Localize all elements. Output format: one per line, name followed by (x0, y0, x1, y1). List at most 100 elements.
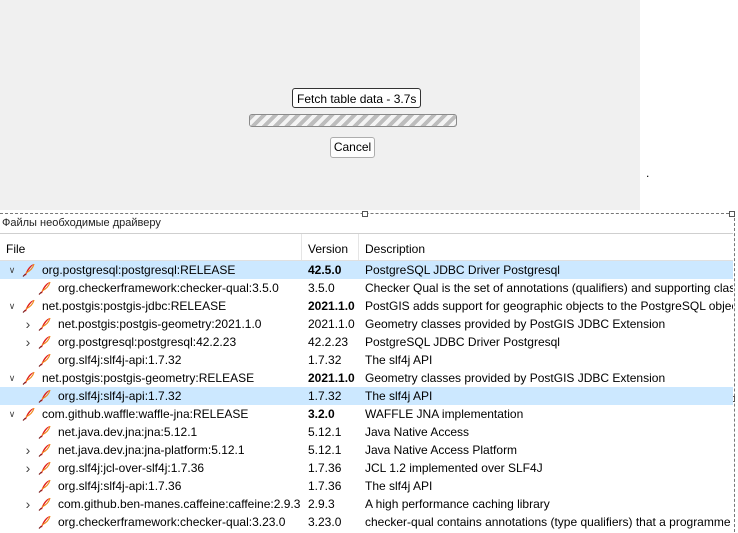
version-cell: 2021.1.0 (308, 299, 355, 313)
table-row[interactable]: › com.github.ben-manes.caffeine:caffeine:… (0, 495, 733, 513)
selection-border-right (734, 213, 735, 532)
resize-handle-top[interactable] (362, 211, 368, 217)
maven-feather-icon (38, 497, 51, 511)
chevron-right-icon[interactable]: › (22, 495, 34, 513)
maven-feather-icon (38, 281, 51, 295)
maven-feather-icon (22, 299, 35, 313)
table-row[interactable]: org.checkerframework:checker-qual:3.5.0 3… (0, 279, 733, 297)
file-cell: org.slf4j:slf4j-api:1.7.32 (0, 351, 302, 369)
version-cell: 2.9.3 (308, 497, 335, 511)
chevron-down-icon[interactable]: ∨ (6, 297, 18, 315)
table-row[interactable]: org.slf4j:slf4j-api:1.7.32 1.7.32 The slf4… (0, 351, 733, 369)
description-cell: Java Native Access (365, 425, 470, 439)
table-row[interactable]: org.slf4j:slf4j-api:1.7.36 1.7.36 The slf4… (0, 477, 733, 495)
version-cell: 1.7.32 (308, 389, 342, 403)
chevron-down-icon[interactable]: ∨ (6, 369, 18, 387)
file-name: org.slf4j:slf4j-api:1.7.36 (58, 479, 182, 493)
table-row[interactable]: › net.java.dev.jna:jna-platform:5.12.1 5.1… (0, 441, 733, 459)
description-cell: PostGIS adds support for geographic obje… (365, 299, 733, 313)
progress-status-label: Fetch table data - 3.7s (292, 88, 422, 108)
maven-feather-icon (38, 515, 51, 529)
maven-feather-icon (38, 389, 51, 403)
table-row[interactable]: › org.postgresql:postgresql:42.2.23 42.2.2… (0, 333, 733, 351)
description-cell: The slf4j API (365, 353, 433, 367)
file-name: org.slf4j:jcl-over-slf4j:1.7.36 (58, 461, 205, 475)
table-row[interactable]: ∨ net.postgis:postgis-geometry:RELEASE 202… (0, 369, 733, 387)
file-cell: org.checkerframework:checker-qual:3.5.0 (0, 279, 302, 297)
file-cell: ∨ com.github.waffle:waffle-jna:RELEASE (0, 405, 302, 423)
maven-feather-icon (38, 317, 51, 331)
progress-bar-fill (250, 115, 456, 126)
file-name: com.github.ben-manes.caffeine:caffeine:2… (58, 497, 301, 511)
table-header: File Version Description (0, 234, 733, 261)
version-cell: 1.7.32 (308, 353, 342, 367)
file-cell: › org.postgresql:postgresql:42.2.23 (0, 333, 302, 351)
version-cell: 42.5.0 (308, 263, 342, 277)
stray-dot: . (646, 166, 650, 180)
version-cell: 3.23.0 (308, 515, 342, 529)
file-cell: org.slf4j:slf4j-api:1.7.32 (0, 387, 302, 405)
version-cell: 1.7.36 (308, 479, 342, 493)
file-name: org.postgresql:postgresql:42.2.23 (58, 335, 237, 349)
file-cell: net.java.dev.jna:jna:5.12.1 (0, 423, 302, 441)
progress-panel: Fetch table data - 3.7s Cancel (0, 0, 640, 210)
chevron-right-icon[interactable]: › (22, 459, 34, 477)
table-row[interactable]: ∨ net.postgis:postgis-jdbc:RELEASE 2021.1.… (0, 297, 733, 315)
maven-feather-icon (38, 335, 51, 349)
resize-handle-top-right[interactable] (729, 211, 735, 217)
description-cell: WAFFLE JNA implementation (365, 407, 524, 421)
version-cell: 2021.1.0 (308, 317, 355, 331)
description-cell: Checker Qual is the set of annotations (… (365, 281, 733, 295)
file-name: net.postgis:postgis-geometry:RELEASE (42, 371, 255, 385)
description-cell: Geometry classes provided by PostGIS JDB… (365, 371, 666, 385)
maven-feather-icon (38, 353, 51, 367)
file-cell: ∨ org.postgresql:postgresql:RELEASE (0, 261, 302, 279)
file-cell: › org.slf4j:jcl-over-slf4j:1.7.36 (0, 459, 302, 477)
file-name: net.postgis:postgis-jdbc:RELEASE (42, 299, 227, 313)
description-cell: The slf4j API (365, 479, 433, 493)
file-cell: ∨ net.postgis:postgis-jdbc:RELEASE (0, 297, 302, 315)
file-cell: ∨ net.postgis:postgis-geometry:RELEASE (0, 369, 302, 387)
dependency-tree-table[interactable]: File Version Description ∨ org.postgresql… (0, 233, 733, 533)
file-name: net.java.dev.jna:jna-platform:5.12.1 (58, 443, 245, 457)
maven-feather-icon (38, 443, 51, 457)
file-name: org.postgresql:postgresql:RELEASE (42, 263, 236, 277)
column-header-version[interactable]: Version (302, 234, 359, 260)
description-cell: The slf4j API (365, 389, 433, 403)
version-cell: 42.2.23 (308, 335, 349, 349)
description-cell: Java Native Access Platform (365, 443, 518, 457)
maven-feather-icon (22, 263, 35, 277)
table-row[interactable]: › org.slf4j:jcl-over-slf4j:1.7.36 1.7.36 JC… (0, 459, 733, 477)
file-name: org.checkerframework:checker-qual:3.5.0 (58, 281, 279, 295)
file-cell: › net.postgis:postgis-geometry:2021.1.0 (0, 315, 302, 333)
table-row[interactable]: org.slf4j:slf4j-api:1.7.32 1.7.32 The slf4… (0, 387, 733, 405)
file-name: org.slf4j:slf4j-api:1.7.32 (58, 389, 182, 403)
chevron-down-icon[interactable]: ∨ (6, 405, 18, 423)
cancel-button[interactable]: Cancel (330, 137, 375, 158)
chevron-down-icon[interactable]: ∨ (6, 261, 18, 279)
file-cell: › com.github.ben-manes.caffeine:caffeine:… (0, 495, 302, 513)
version-cell: 3.5.0 (308, 281, 335, 295)
chevron-right-icon[interactable]: › (22, 315, 34, 333)
table-row[interactable]: ∨ org.postgresql:postgresql:RELEASE 42.5.0… (0, 261, 733, 279)
description-cell: A high performance caching library (365, 497, 550, 511)
version-cell: 2021.1.0 (308, 371, 355, 385)
chevron-right-icon[interactable]: › (22, 333, 34, 351)
file-name: net.postgis:postgis-geometry:2021.1.0 (58, 317, 262, 331)
table-row[interactable]: ∨ com.github.waffle:waffle-jna:RELEASE 3.2… (0, 405, 733, 423)
group-title: Файлы необходимые драйверу (2, 217, 161, 229)
version-cell: 5.12.1 (308, 443, 342, 457)
file-name: org.slf4j:slf4j-api:1.7.32 (58, 353, 182, 367)
file-name: net.java.dev.jna:jna:5.12.1 (58, 425, 198, 439)
progress-bar (249, 114, 457, 127)
column-header-file[interactable]: File (0, 234, 302, 260)
column-header-description[interactable]: Description (359, 234, 733, 260)
table-row[interactable]: › net.postgis:postgis-geometry:2021.1.0 20… (0, 315, 733, 333)
table-row[interactable]: org.checkerframework:checker-qual:3.23.0… (0, 513, 733, 531)
file-cell: org.slf4j:slf4j-api:1.7.36 (0, 477, 302, 495)
table-row[interactable]: net.java.dev.jna:jna:5.12.1 5.12.1 Java Na… (0, 423, 733, 441)
version-cell: 1.7.36 (308, 461, 342, 475)
chevron-right-icon[interactable]: › (22, 441, 34, 459)
file-cell: › net.java.dev.jna:jna-platform:5.12.1 (0, 441, 302, 459)
maven-feather-icon (38, 425, 51, 439)
